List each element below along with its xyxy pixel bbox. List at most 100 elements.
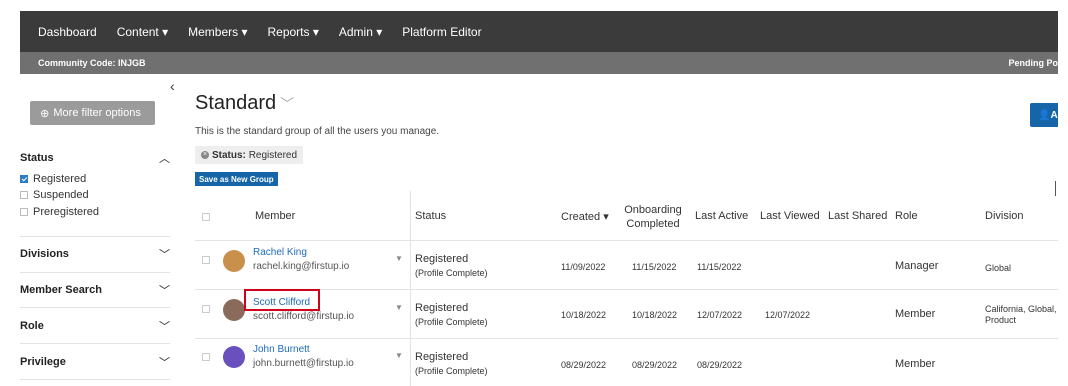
chip-value: Registered [248, 149, 298, 161]
privilege-section-header[interactable]: Privilege ﹀ [20, 356, 170, 369]
last-active-date: 08/29/2022 [697, 360, 743, 370]
caret-down-icon[interactable]: ▼ [395, 351, 403, 360]
divider [20, 343, 170, 344]
select-all-checkbox[interactable] [202, 213, 210, 221]
header-last-shared[interactable]: Last Shared [828, 210, 887, 222]
member-email: rachel.king@firstup.io [253, 261, 350, 272]
group-description: This is the standard group of all the us… [195, 126, 440, 137]
row-checkbox[interactable] [202, 353, 210, 361]
division-text: California, Global, Product [985, 304, 1057, 325]
member-name-link[interactable]: Rachel King [253, 247, 307, 258]
status-filter-chip[interactable]: × Status: Registered [195, 146, 304, 164]
member-search-section-header[interactable]: Member Search ﹀ [20, 284, 170, 297]
status-option-registered[interactable]: Registered [20, 173, 86, 185]
checkbox-icon[interactable] [20, 191, 28, 199]
status-text: Registered [415, 302, 469, 314]
status-option-suspended[interactable]: Suspended [20, 189, 89, 201]
row-checkbox[interactable] [202, 305, 210, 313]
role-text: Member [895, 308, 936, 320]
last-active-date: 12/07/2022 [697, 310, 743, 320]
header-division: Division [985, 210, 1024, 222]
table-row[interactable]: Scott Clifford scott.clifford@firstup.io… [195, 289, 1058, 339]
header-onboarding[interactable]: Onboarding Completed [623, 203, 683, 231]
role-text: Manager [895, 260, 939, 272]
nav-content[interactable]: Content ▾ [117, 25, 168, 39]
nav-admin[interactable]: Admin ▾ [339, 25, 382, 39]
last-active-date: 11/15/2022 [697, 262, 742, 272]
nav-reports[interactable]: Reports ▾ [267, 25, 318, 39]
more-filter-options-button[interactable]: ⊕ More filter options [30, 101, 155, 125]
nav-platform-editor[interactable]: Platform Editor [402, 25, 481, 39]
checkbox-icon[interactable] [20, 208, 28, 216]
chevron-down-icon[interactable]: ﹀ [280, 96, 294, 112]
status-sub: (Profile Complete) [415, 317, 488, 327]
divider [1055, 181, 1056, 196]
more-filter-label: More filter options [53, 107, 141, 119]
save-as-new-group-button[interactable]: Save as New Group [195, 172, 278, 186]
header-created[interactable]: Created ▾ [561, 210, 609, 223]
role-text: Member [895, 358, 936, 370]
group-title: Standard [195, 92, 277, 114]
pending-link[interactable]: Pending Po [1009, 58, 1059, 68]
community-code: Community Code: INJGB [38, 58, 146, 68]
status-sub: (Profile Complete) [415, 268, 488, 278]
division-text: Global [985, 263, 1012, 273]
last-viewed-date: 12/07/2022 [765, 310, 811, 320]
table-header: Member Status Created ▾ Onboarding Compl… [195, 199, 1058, 241]
status-text: Registered [415, 253, 469, 265]
app-frame: Dashboard Content ▾ Members ▾ Reports ▾ … [20, 11, 1064, 386]
status-text: Registered [415, 351, 469, 363]
divider [20, 236, 170, 237]
option-label: Registered [33, 173, 87, 185]
chevron-down-icon: ﹀ [159, 357, 170, 369]
role-section-header[interactable]: Role ﹀ [20, 320, 170, 333]
caret-down-icon[interactable]: ▼ [395, 254, 403, 263]
collapse-sidebar-icon[interactable]: ‹ [170, 78, 175, 94]
divider [20, 307, 170, 308]
add-user-icon: 👤 [1038, 109, 1051, 121]
section-label: Divisions [20, 248, 69, 260]
status-section-header[interactable]: Status ︿ [20, 152, 170, 165]
add-member-button[interactable]: 👤 Ad [1030, 103, 1064, 127]
nav-dashboard[interactable]: Dashboard [38, 25, 97, 39]
caret-down-icon[interactable]: ▼ [395, 303, 403, 312]
onboarding-date: 08/29/2022 [632, 360, 678, 370]
filter-sidebar: ‹ ⊕ More filter options Status ︿ Registe… [20, 74, 185, 385]
section-label: Privilege [20, 356, 66, 368]
page-title[interactable]: Standard ﹀ [195, 92, 294, 115]
chevron-down-icon: ﹀ [159, 249, 170, 261]
section-label: Member Search [20, 284, 102, 296]
header-last-viewed[interactable]: Last Viewed [760, 210, 820, 222]
option-label: Preregistered [33, 206, 100, 218]
avatar [223, 346, 245, 368]
divider [20, 272, 170, 273]
table-row[interactable]: John Burnett john.burnett@firstup.io ▼ R… [195, 340, 1058, 385]
header-status: Status [415, 210, 447, 222]
status-sub: (Profile Complete) [415, 366, 488, 376]
divisions-section-header[interactable]: Divisions ﹀ [20, 248, 170, 261]
status-heading: Status [20, 152, 54, 164]
chip-label: Status: [212, 149, 246, 161]
member-email: scott.clifford@firstup.io [253, 311, 355, 322]
avatar [223, 250, 245, 272]
avatar [223, 299, 245, 321]
chevron-up-icon: ︿ [159, 153, 170, 165]
member-name-link[interactable]: John Burnett [253, 344, 310, 355]
onboarding-date: 10/18/2022 [632, 310, 678, 320]
member-email: john.burnett@firstup.io [253, 358, 354, 369]
chevron-down-icon: ﹀ [159, 321, 170, 333]
row-checkbox[interactable] [202, 256, 210, 264]
created-date: 10/18/2022 [561, 310, 607, 320]
community-bar: Community Code: INJGB Pending Po [20, 52, 1058, 74]
plus-circle-icon: ⊕ [40, 107, 50, 120]
header-role: Role [895, 210, 918, 222]
table-row[interactable]: Rachel King rachel.king@firstup.io ▼ Reg… [195, 242, 1058, 290]
created-date: 08/29/2022 [561, 360, 607, 370]
onboarding-date: 11/15/2022 [632, 262, 677, 272]
section-label: Role [20, 320, 44, 332]
checkbox-checked-icon[interactable] [20, 175, 28, 183]
close-icon[interactable]: × [201, 151, 209, 159]
header-last-active[interactable]: Last Active [695, 210, 748, 222]
nav-members[interactable]: Members ▾ [188, 25, 247, 39]
status-option-preregistered[interactable]: Preregistered [20, 206, 99, 218]
